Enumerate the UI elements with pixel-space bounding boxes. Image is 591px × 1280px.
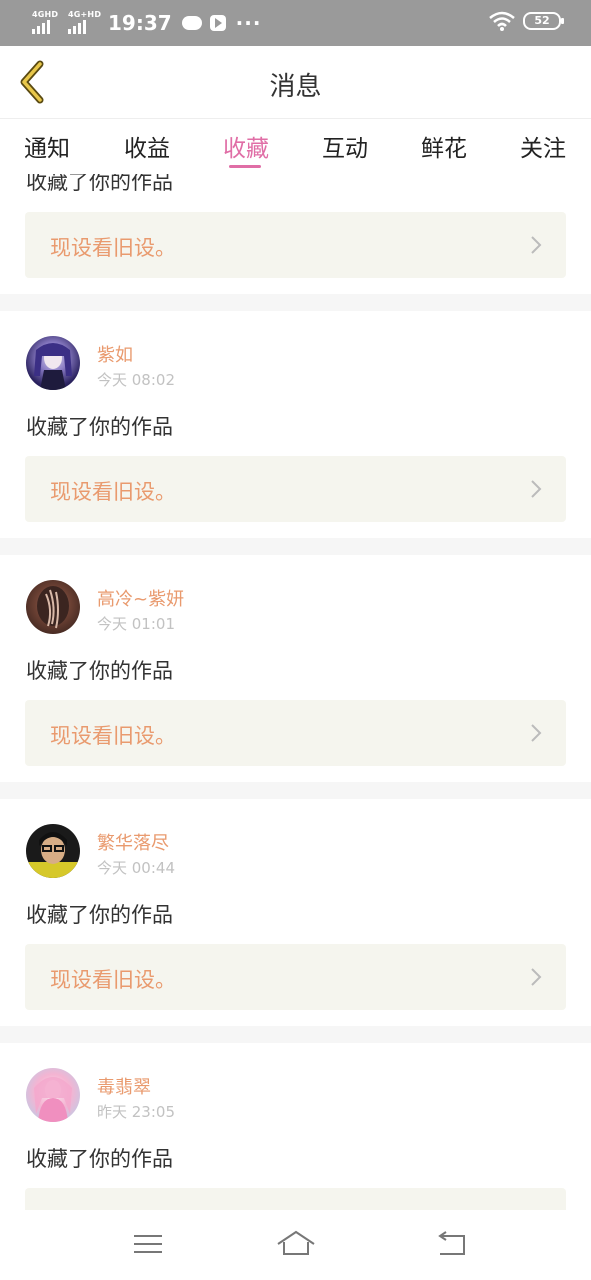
active-tab-indicator bbox=[229, 165, 261, 168]
message-time: 今天 01:01 bbox=[97, 615, 175, 633]
user-name[interactable]: 紫如 bbox=[97, 341, 133, 367]
quoted-work[interactable]: 现设看旧设。 bbox=[25, 456, 566, 522]
message-card: 繁华落尽 今天 00:44 收藏了你的作品 现设看旧设。 bbox=[0, 799, 591, 1026]
tab-earnings[interactable]: 收益 bbox=[124, 129, 170, 163]
quoted-work[interactable] bbox=[25, 1188, 566, 1210]
message-action-text: 收藏了你的作品 bbox=[26, 659, 173, 683]
quoted-work[interactable]: 现设看旧设。 bbox=[25, 944, 566, 1010]
avatar-image bbox=[34, 1077, 72, 1122]
user-name[interactable]: 繁华落尽 bbox=[97, 829, 169, 855]
quoted-work[interactable]: 现设看旧设。 bbox=[25, 212, 566, 278]
cloud-icon bbox=[181, 16, 202, 30]
message-action-text: 收藏了你的作品 bbox=[26, 415, 173, 439]
message-action-text: 收藏了你的作品 bbox=[26, 903, 173, 927]
tab-flowers[interactable]: 鲜花 bbox=[421, 129, 467, 163]
avatar-image bbox=[26, 832, 80, 878]
message-card: 高冷~紫妍 今天 01:01 收藏了你的作品 现设看旧设。 bbox=[0, 555, 591, 782]
message-time: 昨天 23:05 bbox=[97, 1103, 175, 1121]
avatar-image bbox=[34, 343, 72, 390]
avatar[interactable] bbox=[26, 336, 80, 390]
message-card: 紫如 今天 08:02 收藏了你的作品 现设看旧设。 bbox=[0, 311, 591, 538]
user-name[interactable]: 高冷~紫妍 bbox=[97, 585, 184, 611]
more-dots: ··· bbox=[235, 11, 262, 35]
user-name[interactable]: 毒翡翠 bbox=[97, 1073, 151, 1099]
avatar[interactable] bbox=[26, 824, 80, 878]
chevron-right-icon bbox=[531, 968, 542, 986]
tab-follow[interactable]: 关注 bbox=[520, 129, 566, 163]
status-time: 19:37 bbox=[108, 11, 172, 35]
tab-interaction[interactable]: 互动 bbox=[322, 129, 368, 163]
signal-label: 4GHD bbox=[32, 10, 59, 19]
quoted-work-title: 现设看旧设。 bbox=[50, 968, 176, 992]
battery-level: 52 bbox=[534, 14, 550, 27]
avatar[interactable] bbox=[26, 580, 80, 634]
screen: 4GHD 4G+HD 19:37 ··· 52 消息 通知 收益 收藏 互动 鲜… bbox=[0, 0, 591, 1280]
quoted-work-title: 现设看旧设。 bbox=[50, 236, 176, 260]
message-card: 收藏了你的作品 现设看旧设。 bbox=[0, 174, 591, 294]
message-list: 收藏了你的作品 现设看旧设。 紫如 今天 08:02 收藏了你的作品 现设看旧设… bbox=[0, 174, 591, 1210]
wifi-icon bbox=[489, 11, 515, 31]
avatar[interactable] bbox=[26, 1068, 80, 1122]
avatar-image bbox=[37, 586, 69, 629]
quoted-work[interactable]: 现设看旧设。 bbox=[25, 700, 566, 766]
message-action-text: 收藏了你的作品 bbox=[26, 174, 173, 194]
system-nav-bar bbox=[0, 1210, 591, 1280]
tab-bar: 通知 收益 收藏 互动 鲜花 关注 bbox=[0, 118, 591, 174]
status-bar: 4GHD 4G+HD 19:37 ··· 52 bbox=[0, 0, 591, 46]
header: 消息 bbox=[0, 46, 591, 118]
chevron-right-icon bbox=[531, 236, 542, 254]
battery-icon: 52 bbox=[523, 12, 564, 30]
message-card: 毒翡翠 昨天 23:05 收藏了你的作品 bbox=[0, 1043, 591, 1210]
chevron-right-icon bbox=[531, 724, 542, 742]
play-icon bbox=[209, 15, 226, 31]
message-action-text: 收藏了你的作品 bbox=[26, 1147, 173, 1171]
signal-icon: 4GHD bbox=[30, 10, 60, 36]
home-icon[interactable] bbox=[276, 1228, 316, 1260]
menu-icon[interactable] bbox=[128, 1228, 168, 1260]
tab-favorites[interactable]: 收藏 bbox=[223, 129, 269, 163]
signal-label-2: 4G+HD bbox=[68, 10, 102, 19]
page-title: 消息 bbox=[269, 72, 322, 102]
tab-notice[interactable]: 通知 bbox=[24, 129, 70, 163]
quoted-work-title: 现设看旧设。 bbox=[50, 480, 176, 504]
message-time: 今天 08:02 bbox=[97, 371, 175, 389]
quoted-work-title: 现设看旧设。 bbox=[50, 724, 176, 748]
chevron-right-icon bbox=[531, 480, 542, 498]
signal-icon-2: 4G+HD bbox=[66, 10, 101, 36]
back-nav-icon[interactable] bbox=[432, 1228, 472, 1260]
message-time: 今天 00:44 bbox=[97, 859, 175, 877]
